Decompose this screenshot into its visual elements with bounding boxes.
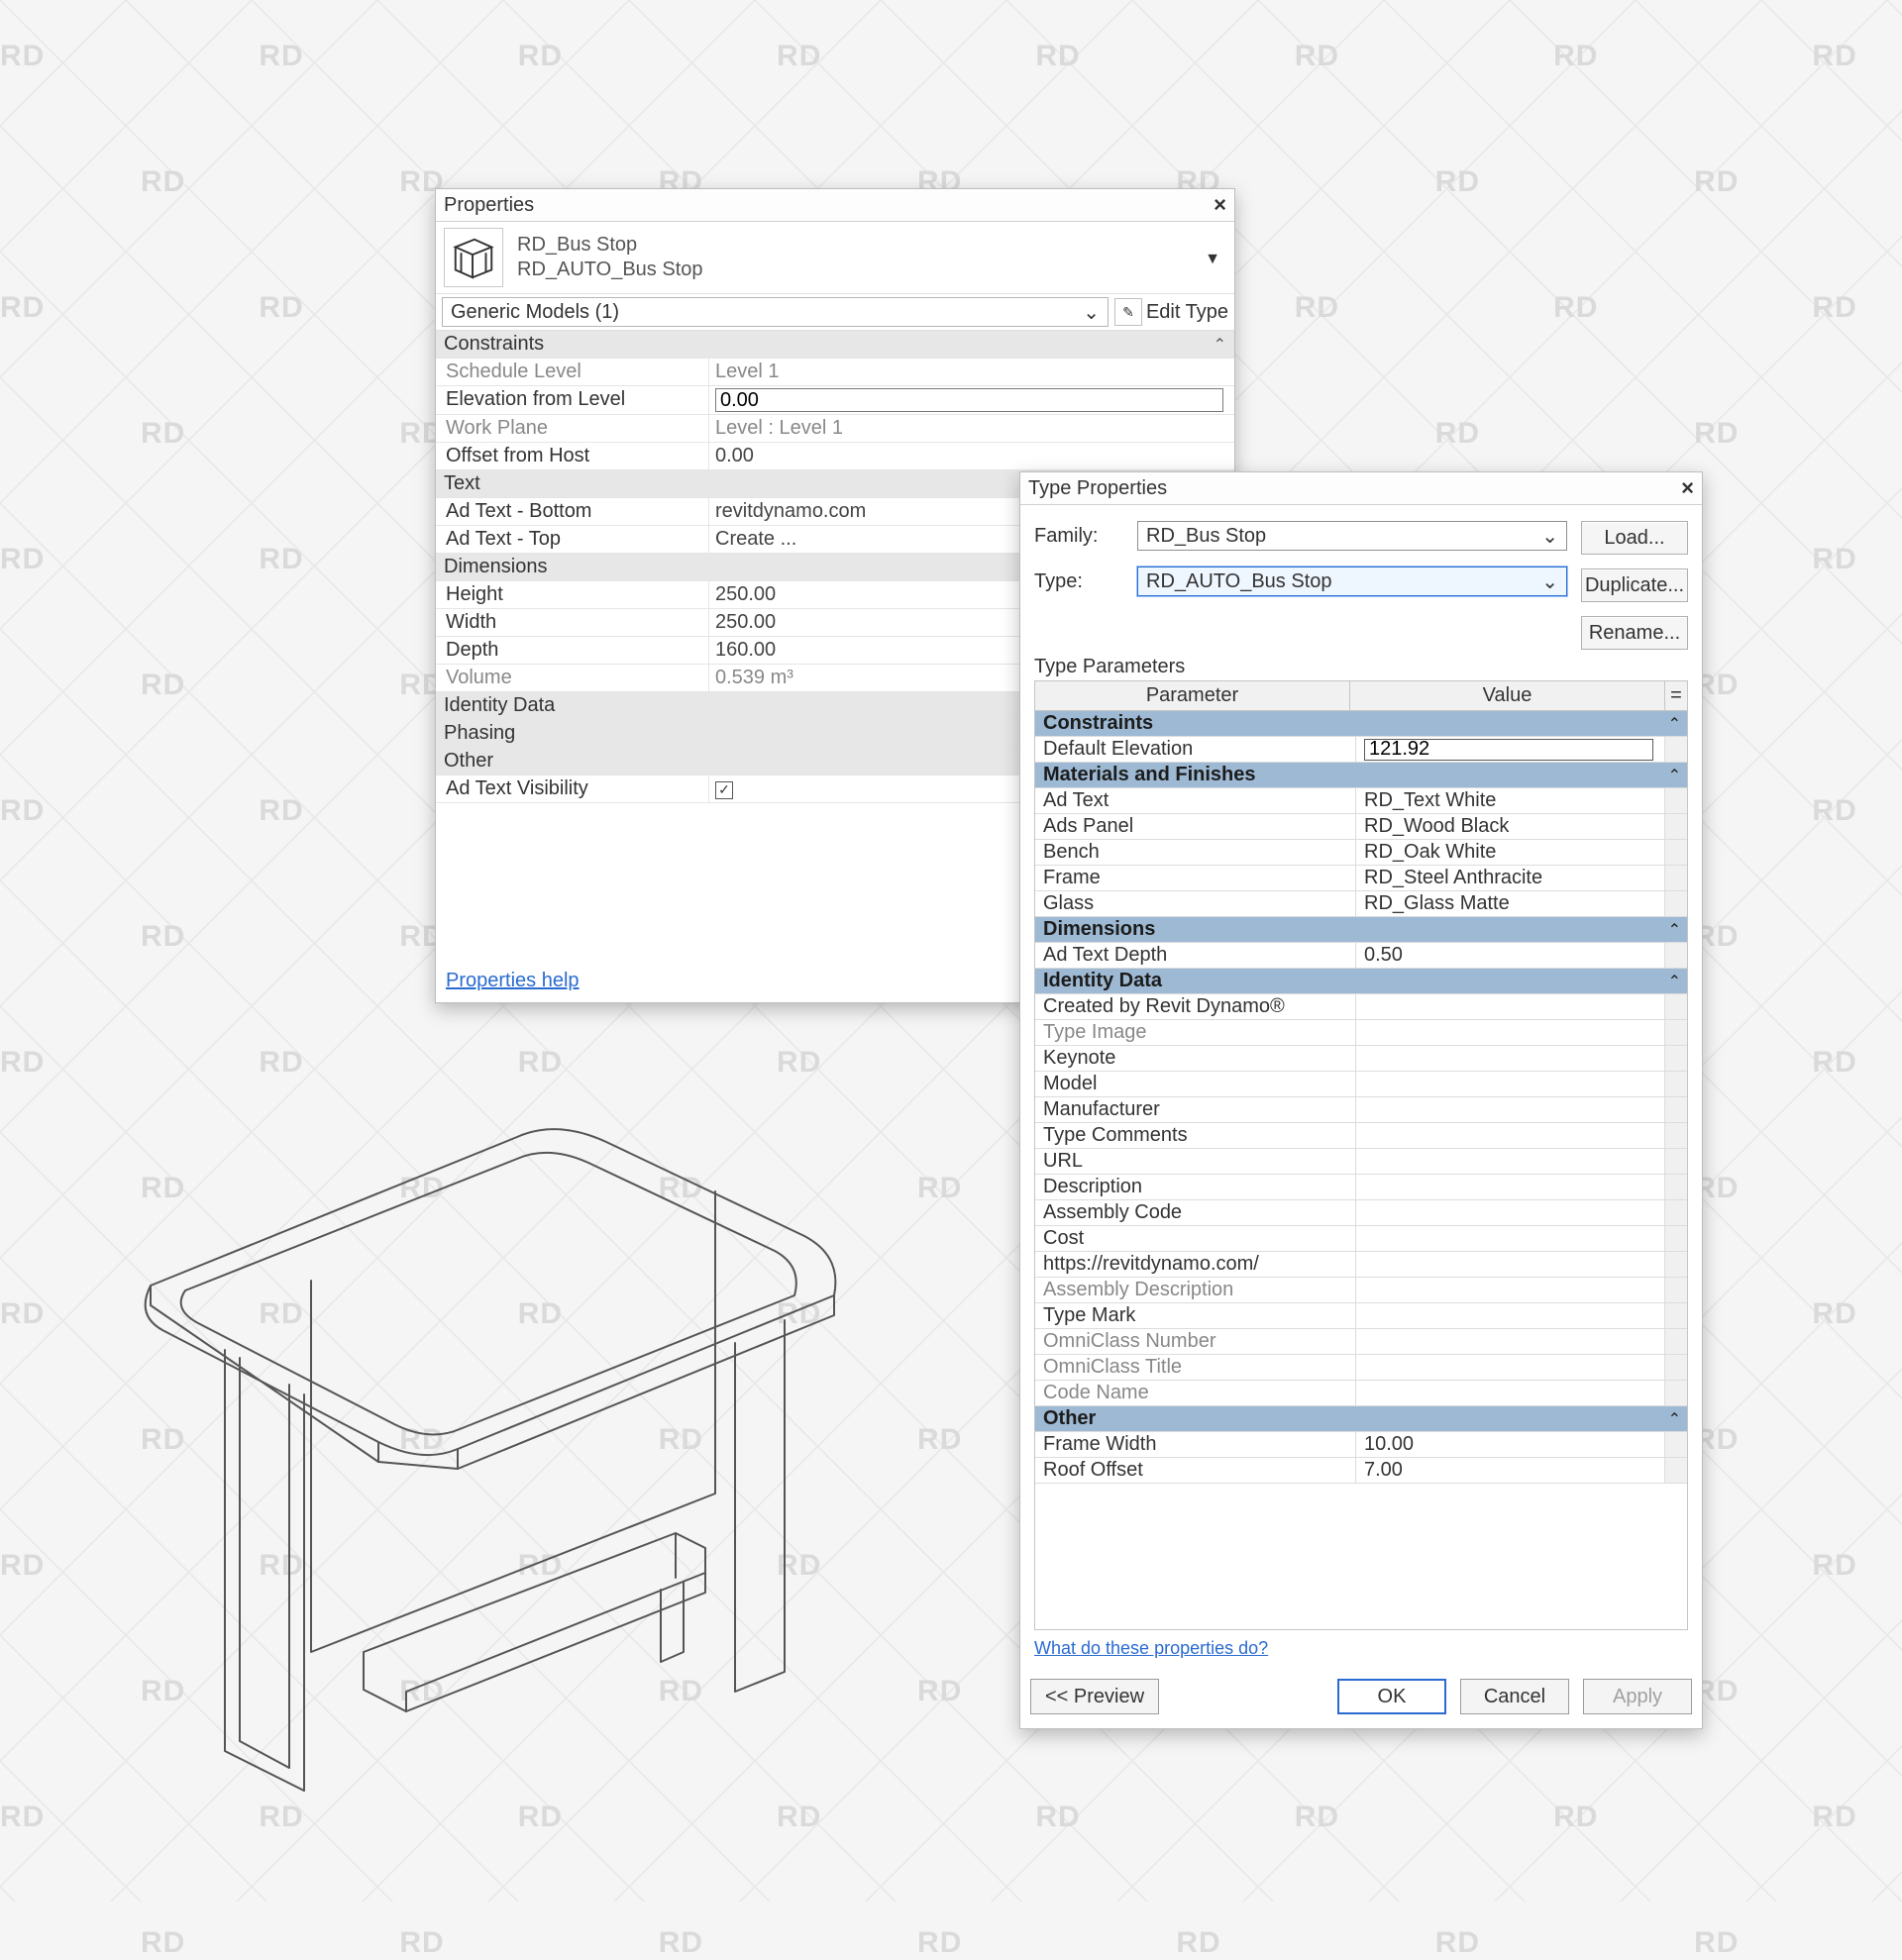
edit-type-icon: ✎ — [1114, 298, 1142, 326]
default-elevation-input[interactable] — [1364, 739, 1653, 761]
cat-constraints[interactable]: Constraints⌃ — [1035, 711, 1687, 737]
properties-info-link[interactable]: What do these properties do? — [1034, 1638, 1688, 1659]
bus-stop-wireframe — [91, 1097, 844, 1850]
row-ad-text-depth[interactable]: Ad Text Depth0.50 — [1035, 943, 1687, 969]
row-code-name: Code Name — [1035, 1381, 1687, 1406]
type-properties-title-bar[interactable]: Type Properties × — [1020, 472, 1702, 505]
row-assembly-code[interactable]: Assembly Code — [1035, 1200, 1687, 1226]
row-elevation-from-level[interactable]: Elevation from Level — [436, 386, 1234, 415]
apply-button[interactable]: Apply — [1583, 1679, 1692, 1714]
collapse-icon: ⌃ — [1668, 766, 1681, 785]
cat-identity[interactable]: Identity Data⌃ — [1035, 969, 1687, 994]
type-select[interactable]: RD_AUTO_Bus Stop ⌄ — [1137, 567, 1567, 596]
duplicate-button[interactable]: Duplicate... — [1581, 568, 1688, 602]
row-frame-material[interactable]: FrameRD_Steel Anthracite — [1035, 866, 1687, 891]
collapse-icon: ⌃ — [1668, 1409, 1681, 1429]
row-roof-offset[interactable]: Roof Offset7.00 — [1035, 1458, 1687, 1484]
family-type-name: RD_AUTO_Bus Stop — [517, 258, 703, 282]
type-parameter-grid: Parameter Value = Constraints⌃ Default E… — [1034, 680, 1688, 1630]
collapse-icon: ⌃ — [1214, 335, 1226, 355]
row-keynote[interactable]: Keynote — [1035, 1046, 1687, 1072]
close-icon[interactable]: × — [1681, 475, 1694, 501]
family-select[interactable]: RD_Bus Stop ⌄ — [1137, 521, 1567, 551]
row-bench-material[interactable]: BenchRD_Oak White — [1035, 840, 1687, 866]
col-equals[interactable]: = — [1665, 681, 1687, 710]
row-ad-text-material[interactable]: Ad TextRD_Text White — [1035, 788, 1687, 814]
family-names: RD_Bus Stop RD_AUTO_Bus Stop — [517, 233, 703, 282]
row-work-plane: Work PlaneLevel : Level 1 — [436, 415, 1234, 443]
row-cost[interactable]: Cost — [1035, 1226, 1687, 1252]
ad-text-visibility-checkbox[interactable]: ✓ — [715, 781, 733, 799]
row-offset-from-host[interactable]: Offset from Host0.00 — [436, 443, 1234, 470]
row-glass-material[interactable]: GlassRD_Glass Matte — [1035, 891, 1687, 917]
cat-dimensions[interactable]: Dimensions⌃ — [1035, 917, 1687, 943]
row-url[interactable]: URL — [1035, 1149, 1687, 1175]
row-default-elevation[interactable]: Default Elevation — [1035, 737, 1687, 763]
chevron-down-icon: ⌄ — [1541, 569, 1558, 594]
properties-title-bar[interactable]: Properties × — [436, 189, 1234, 222]
family-thumbnail — [444, 228, 503, 287]
row-frame-width[interactable]: Frame Width10.00 — [1035, 1432, 1687, 1458]
collapse-icon: ⌃ — [1668, 714, 1681, 734]
row-omniclass-number: OmniClass Number — [1035, 1329, 1687, 1355]
cat-materials[interactable]: Materials and Finishes⌃ — [1035, 763, 1687, 788]
type-label: Type: — [1034, 570, 1123, 593]
edit-type-label: Edit Type — [1146, 301, 1228, 324]
row-model[interactable]: Model — [1035, 1072, 1687, 1097]
category-filter-select[interactable]: Generic Models (1) ⌄ — [442, 297, 1109, 327]
row-manufacturer[interactable]: Manufacturer — [1035, 1097, 1687, 1123]
collapse-icon: ⌃ — [1668, 920, 1681, 940]
chevron-down-icon: ⌄ — [1541, 524, 1558, 549]
family-name: RD_Bus Stop — [517, 233, 703, 258]
col-value[interactable]: Value — [1350, 681, 1665, 710]
type-properties-panel: Type Properties × Family: RD_Bus Stop ⌄ … — [1019, 471, 1703, 1729]
collapse-icon: ⌃ — [1668, 972, 1681, 991]
properties-title: Properties — [444, 194, 534, 217]
type-properties-title: Type Properties — [1028, 477, 1167, 500]
category-filter-text: Generic Models (1) — [451, 301, 619, 324]
close-icon[interactable]: × — [1214, 192, 1226, 218]
row-type-comments[interactable]: Type Comments — [1035, 1123, 1687, 1149]
elevation-input[interactable] — [715, 388, 1223, 412]
properties-help-link[interactable]: Properties help — [446, 970, 580, 992]
preview-button[interactable]: << Preview — [1030, 1679, 1159, 1714]
chevron-down-icon: ⌄ — [1083, 300, 1100, 325]
load-button[interactable]: Load... — [1581, 521, 1688, 555]
row-assembly-description: Assembly Description — [1035, 1278, 1687, 1303]
row-type-image[interactable]: Type Image — [1035, 1020, 1687, 1046]
family-label: Family: — [1034, 525, 1123, 548]
type-parameters-label: Type Parameters — [1034, 656, 1688, 678]
edit-type-button[interactable]: ✎ Edit Type — [1114, 298, 1228, 326]
row-link[interactable]: https://revitdynamo.com/ — [1035, 1252, 1687, 1278]
family-type-selector[interactable]: RD_Bus Stop RD_AUTO_Bus Stop ▼ — [436, 222, 1234, 294]
ok-button[interactable]: OK — [1337, 1679, 1446, 1714]
row-schedule-level: Schedule LevelLevel 1 — [436, 359, 1234, 386]
rename-button[interactable]: Rename... — [1581, 616, 1688, 650]
row-type-mark[interactable]: Type Mark — [1035, 1303, 1687, 1329]
chevron-down-icon: ▼ — [1205, 251, 1220, 268]
row-description[interactable]: Description — [1035, 1175, 1687, 1200]
row-created-by[interactable]: Created by Revit Dynamo® — [1035, 994, 1687, 1020]
cat-other[interactable]: Other⌃ — [1035, 1406, 1687, 1432]
row-ads-panel-material[interactable]: Ads PanelRD_Wood Black — [1035, 814, 1687, 840]
group-constraints[interactable]: Constraints⌃ — [436, 331, 1234, 359]
row-omniclass-title: OmniClass Title — [1035, 1355, 1687, 1381]
col-parameter[interactable]: Parameter — [1035, 681, 1350, 710]
cancel-button[interactable]: Cancel — [1460, 1679, 1569, 1714]
grid-header: Parameter Value = — [1035, 681, 1687, 711]
